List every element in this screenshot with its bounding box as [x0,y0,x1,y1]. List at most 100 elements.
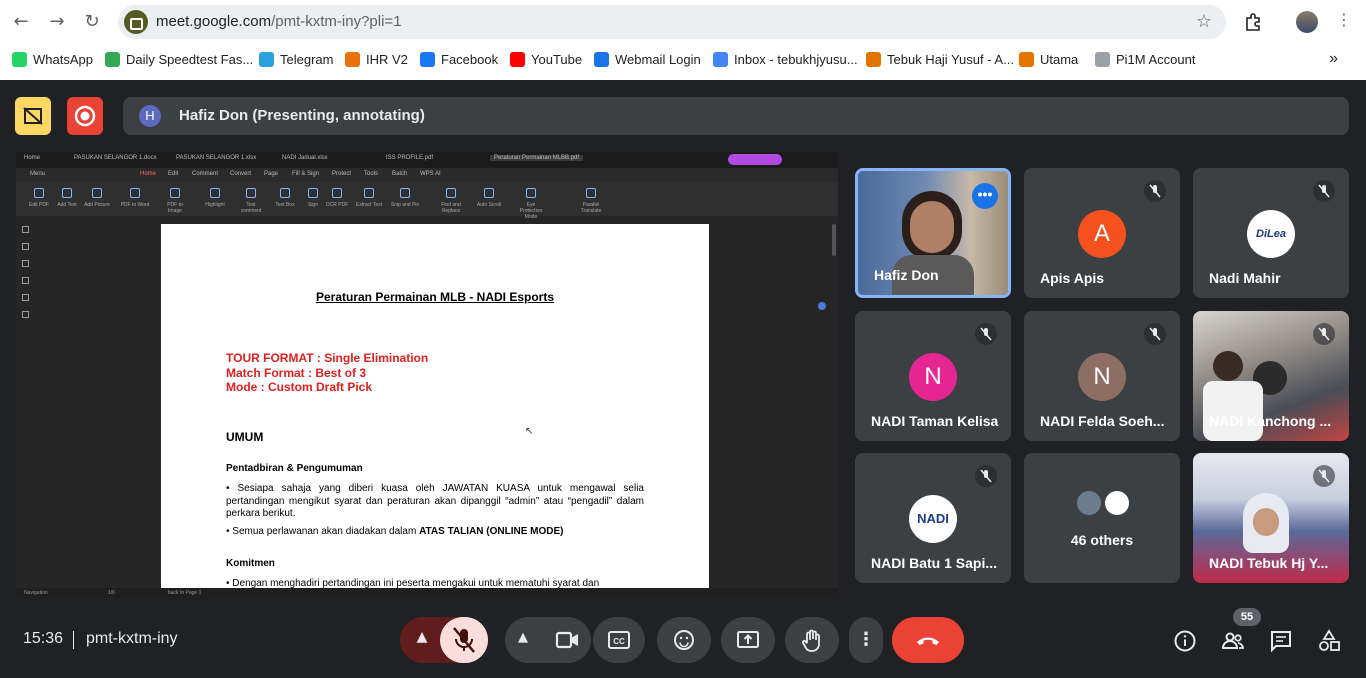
bookmark-item[interactable]: Utama [1019,50,1078,68]
pdf-app-tabbar: Home PASUKAN SELANGOR 1.docx PASUKAN SELAN… [16,152,838,168]
stop-captions-indicator[interactable] [15,97,51,135]
pdf-ribbon-label: Auto Scroll [476,202,502,208]
participant-tile[interactable]: NADI Tebuk Hj Y... [1193,453,1349,583]
present-screen-button[interactable] [721,617,775,663]
raise-hand-button[interactable] [785,617,839,663]
pdf-app-menu-item: Fill & Sign [292,171,320,177]
back-arrow-icon[interactable]: ← [9,10,33,34]
mic-control-group: ▲ [400,617,488,663]
bookmark-item[interactable]: WhatsApp [12,50,93,68]
others-tile[interactable]: 46 others [1024,453,1180,583]
participant-name: NADI Felda Soeh... [1040,413,1165,429]
mic-off-icon [1144,323,1166,345]
url-text[interactable]: meet.google.com/pmt-kxtm-iny?pli=1 [156,13,402,30]
ribbon-icon [246,188,256,198]
pdf-ribbon-label: OCR PDF [325,202,349,208]
pdf-app-menu-item: Home [140,171,157,177]
participant-tile[interactable]: DiLea Nadi Mahir [1193,168,1349,298]
bookmark-item[interactable]: Pi1M Account [1095,50,1196,68]
pdf-ribbon-button: Text comment [236,188,266,214]
captions-button[interactable]: CC [593,617,645,663]
ribbon-icon [170,188,180,198]
bookmark-label: Facebook [441,51,499,67]
bookmark-favicon-icon [1019,51,1034,67]
captions-icon: CC [608,631,630,649]
ribbon-icon [332,188,342,198]
site-info-icon[interactable] [124,10,148,34]
pdf-app-menu-item: Edit [168,171,179,177]
bookmark-item[interactable]: Tebuk Haji Yusuf - A... [866,50,1014,68]
bookmark-item[interactable]: Inbox - tebukhjyusu... [713,50,858,68]
pdf-app-menu-item: Protect [332,171,352,177]
participant-tile[interactable]: NADI NADI Batu 1 Sapi... [855,453,1011,583]
pdf-ribbon-button: Extract Text [354,188,384,208]
profile-avatar[interactable] [1296,11,1318,33]
activities-icon [1319,629,1340,651]
leave-call-button[interactable] [892,617,964,663]
ribbon-icon [210,188,220,198]
participant-name: Apis Apis [1040,270,1105,286]
forward-arrow-icon[interactable]: → [45,10,69,34]
mic-off-icon [1313,323,1335,345]
bookmark-item[interactable]: Webmail Login [594,50,701,68]
pdf-app-tab: NADI Jadual.xlsx [282,155,328,161]
reload-icon[interactable]: ↻ [80,10,104,34]
participant-name: Nadi Mahir [1209,270,1281,286]
bookmark-item[interactable]: Daily Speedtest Fas... [105,50,253,68]
people-button[interactable] [1220,628,1246,654]
pdf-ribbon-button: Text Box [270,188,300,208]
pdf-ribbon-button: Find and Replace [436,188,466,214]
participant-tile[interactable]: ••• Hafiz Don [855,168,1011,298]
mouse-cursor-icon: ↖ [525,426,534,437]
pdf-ribbon-label: Edit PDF [28,202,49,208]
extensions-icon[interactable] [1243,12,1263,36]
ribbon-icon [280,188,290,198]
video-camera-icon [555,631,578,649]
more-options-button[interactable]: ⋮ [849,617,883,663]
reactions-button[interactable] [657,617,711,663]
participant-tile[interactable]: A Apis Apis [1024,168,1180,298]
pdf-app-menu-item: WPS AI [420,171,441,177]
participant-name: NADI Taman Kelisa [871,413,999,429]
more-options-icon[interactable]: ••• [972,183,998,209]
address-bar[interactable]: meet.google.com/pmt-kxtm-iny?pli=1 ☆ [118,5,1226,39]
audio-options-chevron-icon[interactable]: ▲ [412,629,432,645]
ribbon-icon [446,188,456,198]
doc-format-line: TOUR FORMAT : Single Elimination [226,351,429,365]
bookmark-favicon-icon [1095,51,1110,67]
participant-tile[interactable]: N NADI Taman Kelisa [855,311,1011,441]
others-avatar [1075,489,1103,517]
recording-indicator[interactable] [67,97,103,135]
participant-name: NADI Batu 1 Sapi... [871,555,998,571]
pdf-app-tab: Peraturan Permainan MLBB.pdf [490,155,584,161]
doc-format-line: Mode : Custom Draft Pick [226,380,373,394]
participant-tile[interactable]: NADI Kanchong ... [1193,311,1349,441]
doc-subheading: Komitmen [226,558,275,569]
bookmarks-overflow-icon[interactable]: » [1329,50,1338,68]
pdf-app-statusbar: Navigation 1/6 back to Page 1 [16,588,838,598]
bookmark-star-icon[interactable]: ☆ [1196,11,1212,32]
bookmark-favicon-icon [345,51,360,67]
chat-button[interactable] [1268,628,1294,654]
activities-button[interactable] [1316,628,1342,654]
bookmark-item[interactable]: YouTube [510,50,582,68]
doc-paragraph: • Semua perlawanan akan diadakan dalam A… [226,526,564,537]
pdf-ribbon-button: PDF to Word [120,188,150,208]
ribbon-icon [308,188,318,198]
pdf-ribbon-label: Add Text [57,202,77,208]
pdf-ribbon-label: PDF to Word [120,202,150,208]
bookmark-item[interactable]: IHR V2 [345,50,408,68]
ribbon-icon [62,188,72,198]
pdf-app-menu-item: Batch [392,171,408,177]
pdf-app-tab: PASUKAN SELANGOR 1.xlsx [176,155,257,161]
kebab-menu-icon[interactable]: ⋮ [1336,10,1352,29]
participant-tile[interactable]: N NADI Felda Soeh... [1024,311,1180,441]
bookmark-item[interactable]: Facebook [420,50,498,68]
mic-toggle-button[interactable] [440,617,488,663]
bookmark-label: Webmail Login [615,51,701,67]
bookmark-item[interactable]: Telegram [259,50,333,68]
participant-name: NADI Kanchong ... [1209,413,1332,429]
video-options-chevron-icon[interactable]: ▲ [513,630,533,645]
camera-toggle-button[interactable] [543,617,591,663]
meeting-details-button[interactable] [1172,628,1198,654]
